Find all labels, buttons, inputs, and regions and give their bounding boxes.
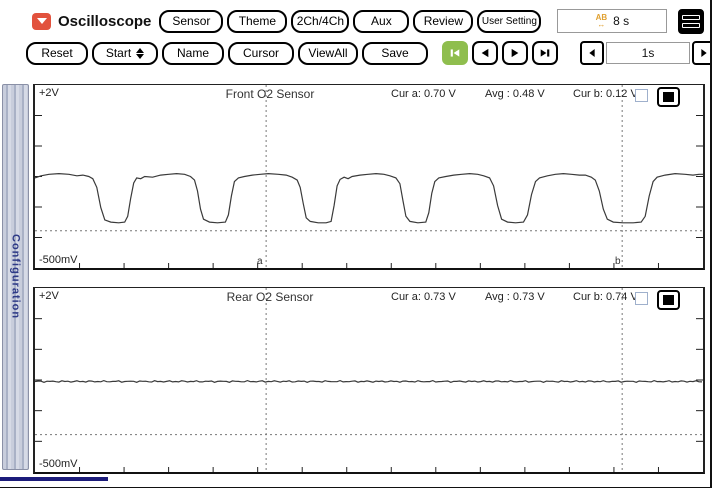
user-setting-button[interactable]: User Setting <box>477 10 541 33</box>
ab-measure-icon: AB ↔ <box>596 14 608 29</box>
step-forward-button[interactable] <box>502 41 528 65</box>
top-toolbar: Oscilloscope Sensor Theme 2Ch/4Ch Aux Re… <box>32 8 704 34</box>
skip-to-end-icon <box>540 47 550 59</box>
ch1-cursor-a-reading: Cur a: 0.70 V <box>391 88 456 100</box>
triangle-down-icon <box>37 18 47 24</box>
ch1-title: Front O2 Sensor <box>175 87 365 101</box>
ch2-cursor-a-reading: Cur a: 0.73 V <box>391 291 456 303</box>
ch1-bottom-voltage-label: -500mV <box>39 254 78 266</box>
ch1-cursor-b-reading: Cur b: 0.12 V <box>573 88 638 100</box>
time-div-decrease-button[interactable] <box>580 41 604 65</box>
save-button[interactable]: Save <box>362 42 428 65</box>
filled-square-icon <box>663 295 674 305</box>
ch1-cursor-b-label: b <box>615 256 621 267</box>
arrow-right-icon <box>700 46 708 60</box>
ch1-checkbox[interactable] <box>635 89 648 102</box>
theme-button[interactable]: Theme <box>227 10 287 33</box>
channel-2-panel: +2V Rear O2 Sensor Cur a: 0.73 V Avg : 0… <box>33 287 705 474</box>
ch1-avg-reading: Avg : 0.48 V <box>485 88 545 100</box>
spinner-arrows-icon <box>136 48 144 59</box>
record-length-value: 8 s <box>613 14 629 28</box>
start-button[interactable]: Start <box>92 42 158 65</box>
skip-to-end-button[interactable] <box>532 41 558 65</box>
ch2-trace-toggle-button[interactable] <box>657 290 680 310</box>
ch2-avg-reading: Avg : 0.73 V <box>485 291 545 303</box>
configuration-tab[interactable]: Configuration <box>2 84 29 470</box>
ch2-top-voltage-label: +2V <box>39 290 59 302</box>
step-back-button[interactable] <box>472 41 498 65</box>
time-per-div-display: 1s <box>606 42 690 64</box>
skip-to-start-icon <box>450 47 460 59</box>
ch2-cursor-b-reading: Cur b: 0.74 V <box>573 291 638 303</box>
step-back-icon <box>480 47 490 59</box>
bottom-accent-bar <box>0 477 108 481</box>
arrow-left-icon <box>588 46 596 60</box>
viewall-button[interactable]: ViewAll <box>298 42 358 65</box>
configuration-tab-label: Configuration <box>10 234 22 319</box>
name-button[interactable]: Name <box>162 42 224 65</box>
step-forward-icon <box>510 47 520 59</box>
aux-button[interactable]: Aux <box>353 10 409 33</box>
app-icon[interactable] <box>32 13 51 30</box>
ch1-trace-toggle-button[interactable] <box>657 87 680 107</box>
control-toolbar: Reset Start Name Cursor ViewAll Save 1s <box>26 40 704 66</box>
time-div-increase-button[interactable] <box>692 41 712 65</box>
channel-1-panel: +2V Front O2 Sensor Cur a: 0.70 V Avg : … <box>33 84 705 270</box>
reset-button[interactable]: Reset <box>26 42 88 65</box>
record-length-display[interactable]: AB ↔ 8 s <box>557 9 667 33</box>
ch2-checkbox[interactable] <box>635 292 648 305</box>
ch2-title: Rear O2 Sensor <box>175 290 365 304</box>
review-button[interactable]: Review <box>413 10 473 33</box>
start-label: Start <box>106 46 131 60</box>
filled-square-icon <box>663 92 674 102</box>
ch2-bottom-voltage-label: -500mV <box>39 458 78 470</box>
skip-to-start-button[interactable] <box>442 41 468 65</box>
cursor-button[interactable]: Cursor <box>228 42 294 65</box>
sensor-button[interactable]: Sensor <box>159 10 223 33</box>
channel-2-waveform <box>35 288 703 472</box>
ch1-cursor-a-label: a <box>257 256 263 267</box>
menu-icon[interactable] <box>678 9 704 34</box>
channel-1-waveform <box>35 85 703 268</box>
ch1-top-voltage-label: +2V <box>39 87 59 99</box>
app-title: Oscilloscope <box>58 13 151 30</box>
channel-mode-button[interactable]: 2Ch/4Ch <box>291 10 349 33</box>
oscilloscope-app: Oscilloscope Sensor Theme 2Ch/4Ch Aux Re… <box>0 0 712 488</box>
